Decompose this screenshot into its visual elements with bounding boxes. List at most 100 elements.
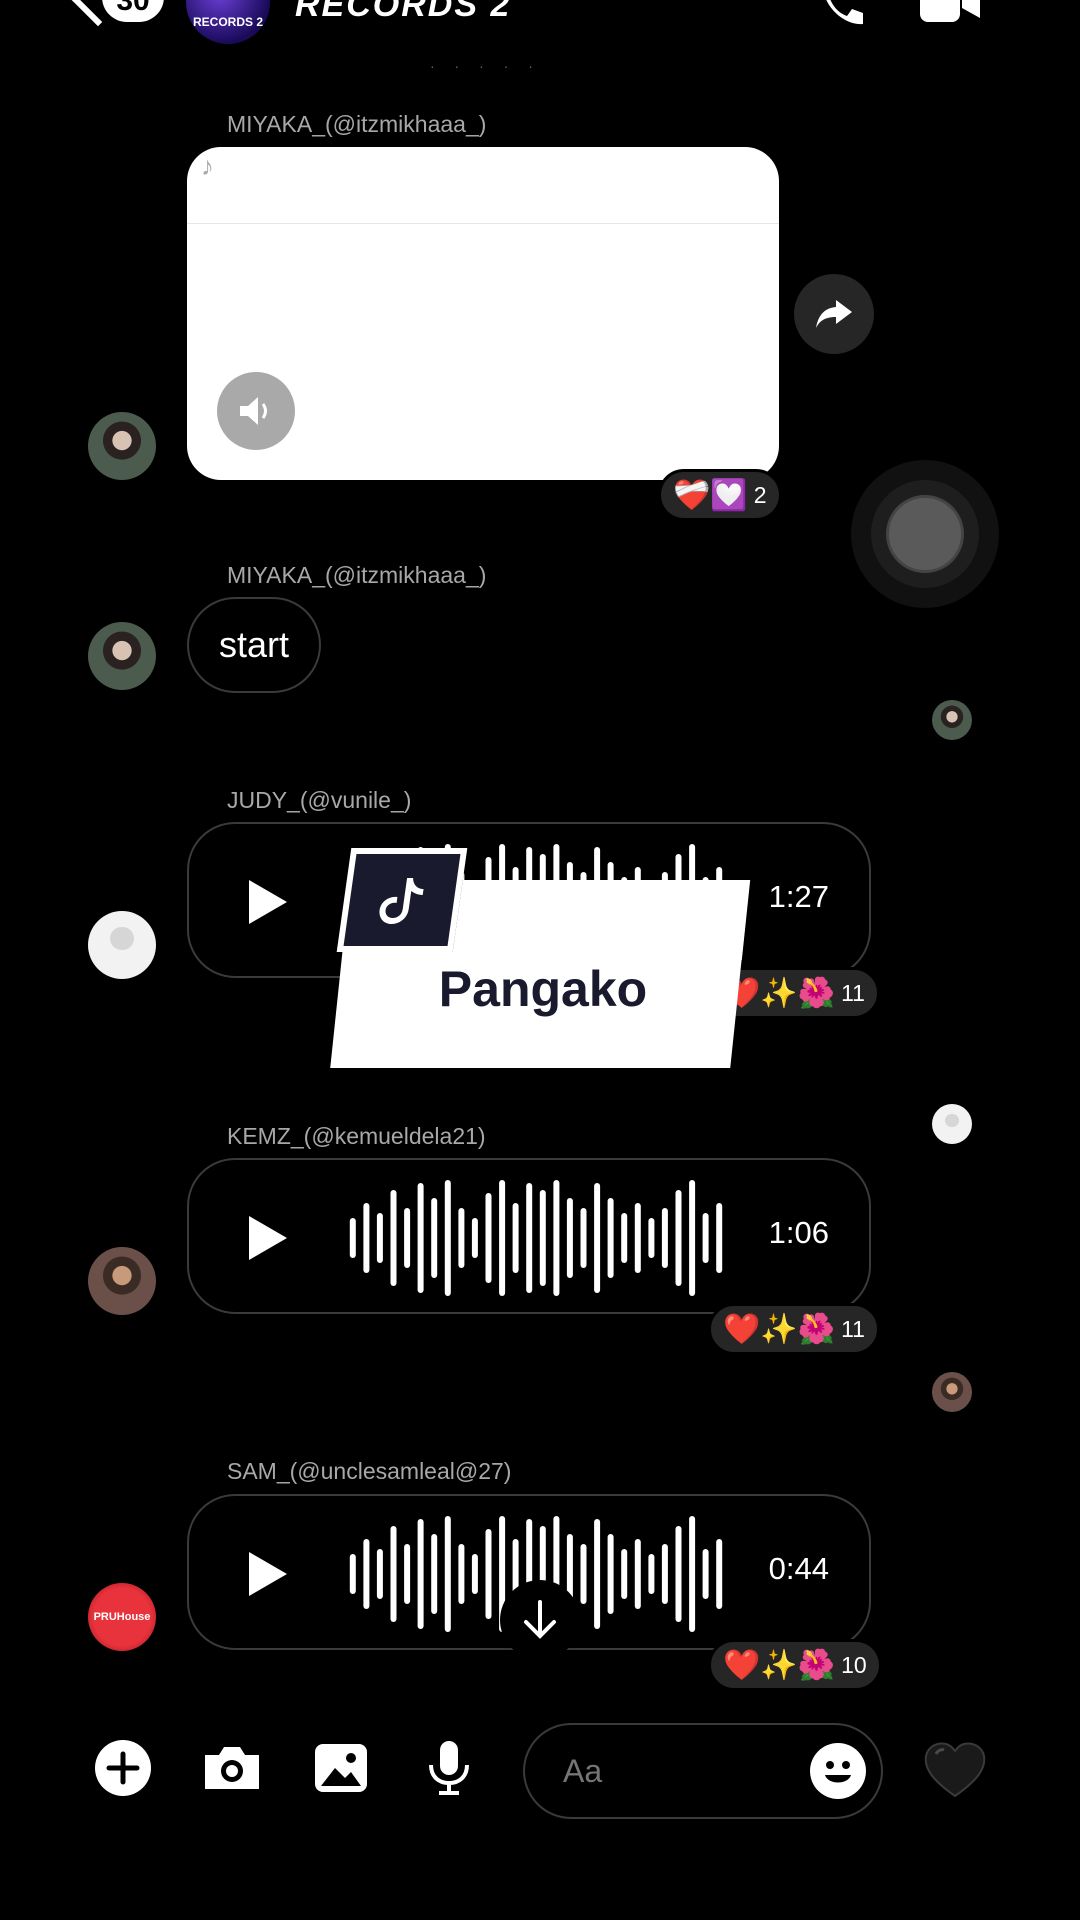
record-button-ring <box>871 480 979 588</box>
share-arrow-icon <box>816 300 852 328</box>
waveform-bar <box>431 1198 438 1278</box>
waveform-bar <box>363 1203 370 1273</box>
waveform-bar <box>471 1554 478 1594</box>
waveform-bar <box>526 1183 533 1293</box>
waveform-bar <box>512 1203 519 1273</box>
waveform-bar <box>390 1190 397 1286</box>
waveform-bar <box>634 1203 641 1273</box>
reaction-count: 11 <box>841 979 865 1006</box>
reaction-emojis: ❤️‍🩹💟 <box>673 478 748 512</box>
waveform-bar <box>634 1539 641 1609</box>
waveform-bar <box>485 1529 492 1619</box>
unread-count-badge[interactable]: 30 <box>102 0 164 22</box>
waveform-bar <box>349 1218 356 1258</box>
waveform-bar <box>607 1534 614 1614</box>
waveform-bar <box>621 1213 628 1263</box>
waveform-bar <box>390 1526 397 1622</box>
emoji-icon[interactable] <box>810 1743 866 1799</box>
avatar[interactable] <box>88 911 156 979</box>
voice-message[interactable]: 1:06 <box>187 1158 871 1314</box>
play-icon[interactable] <box>249 880 287 924</box>
avatar[interactable]: PRUHouse <box>88 1583 156 1651</box>
reaction-emojis: ❤️✨🌺 <box>723 1648 836 1682</box>
waveform-bar <box>716 1203 723 1273</box>
voice-duration: 1:06 <box>768 1215 829 1250</box>
waveform-bar <box>349 1554 356 1594</box>
waveform-bar <box>594 1183 601 1293</box>
waveform-bar <box>689 1180 696 1296</box>
reaction-count: 10 <box>841 1651 867 1678</box>
waveform-bar <box>675 1526 682 1622</box>
waveform-bar <box>648 1554 655 1594</box>
sender-name: KEMZ_(@kemueldela21) <box>227 1123 486 1149</box>
arrow-down-icon <box>524 1600 556 1639</box>
video-call-icon[interactable] <box>918 0 982 24</box>
camera-icon[interactable] <box>200 1739 264 1797</box>
sender-name: SAM_(@unclesamleal@27) <box>227 1458 512 1484</box>
reaction-count: 2 <box>753 481 767 508</box>
waveform-bar <box>539 1190 546 1286</box>
add-icon[interactable] <box>94 1739 152 1797</box>
scroll-to-bottom-button[interactable] <box>500 1580 580 1660</box>
waveform-bar <box>471 1218 478 1258</box>
waveform-bar <box>553 1180 560 1296</box>
reaction-pill[interactable]: ❤️✨🌺 10 <box>708 1639 882 1691</box>
divider <box>187 223 779 224</box>
forward-share-button[interactable] <box>794 274 874 354</box>
group-avatar[interactable]: RECORDS 2 <box>186 0 270 44</box>
waveform-bar <box>376 1549 383 1599</box>
song-title: Pangako <box>438 961 648 1017</box>
floating-record-button[interactable] <box>851 460 999 608</box>
group-title[interactable]: RECORDS 2 <box>295 0 511 25</box>
waveform-bar <box>594 1519 601 1629</box>
voice-duration: 0:44 <box>768 1551 829 1586</box>
waveform-bar <box>675 1190 682 1286</box>
play-icon[interactable] <box>249 1552 287 1596</box>
reaction-emojis: ❤️✨🌺 <box>723 1312 836 1346</box>
waveform-bar <box>417 1183 424 1293</box>
waveform-bar <box>458 1208 465 1268</box>
waveform-bar <box>458 1544 465 1604</box>
message-bubble[interactable]: start <box>187 597 322 693</box>
waveform-bar <box>580 1544 587 1604</box>
read-receipt-avatar <box>932 700 972 740</box>
sender-name: MIYAKA_(@itzmikhaaa_) <box>227 562 487 588</box>
read-receipt-avatar <box>932 1372 972 1412</box>
header-subtitle-dots: · · · · · <box>430 58 541 74</box>
reaction-count: 11 <box>841 1315 865 1342</box>
microphone-icon[interactable] <box>420 1739 478 1797</box>
reaction-pill[interactable]: ❤️‍🩹💟 2 <box>658 469 782 521</box>
waveform-bar <box>607 1198 614 1278</box>
gallery-icon[interactable] <box>312 1739 370 1797</box>
waveform-bar <box>376 1213 383 1263</box>
waveform-bar <box>716 1539 723 1609</box>
waveform-bar <box>702 1213 709 1263</box>
avatar[interactable] <box>88 412 156 480</box>
sender-name: MIYAKA_(@itzmikhaaa_) <box>227 111 487 137</box>
phone-icon[interactable] <box>815 0 865 28</box>
avatar[interactable] <box>88 1247 156 1315</box>
heart-icon[interactable] <box>922 1740 988 1800</box>
play-icon[interactable] <box>249 1216 287 1260</box>
read-receipt-avatar <box>932 1104 972 1144</box>
waveform-bar <box>661 1208 668 1268</box>
waveform-bar <box>404 1208 411 1268</box>
waveform-bar <box>363 1539 370 1609</box>
waveform-bar <box>580 1208 587 1268</box>
sender-name: JUDY_(@vunile_) <box>227 787 412 813</box>
avatar[interactable] <box>88 622 156 690</box>
waveform-bar <box>499 1180 506 1296</box>
waveform-bar <box>404 1544 411 1604</box>
tiktok-logo-icon <box>336 848 468 952</box>
waveform-bar <box>417 1519 424 1629</box>
waveform-bar <box>444 1180 451 1296</box>
voice-duration: 1:27 <box>768 879 829 914</box>
record-button-core <box>886 495 964 573</box>
waveform-bar <box>566 1198 573 1278</box>
reaction-pill[interactable]: ❤️✨🌺 11 <box>708 1303 880 1355</box>
waveform <box>349 1180 723 1296</box>
waveform-bar <box>485 1193 492 1283</box>
waveform-bar <box>444 1516 451 1632</box>
shared-video-card[interactable]: ♪ <box>187 147 779 480</box>
speaker-icon[interactable] <box>217 372 295 450</box>
